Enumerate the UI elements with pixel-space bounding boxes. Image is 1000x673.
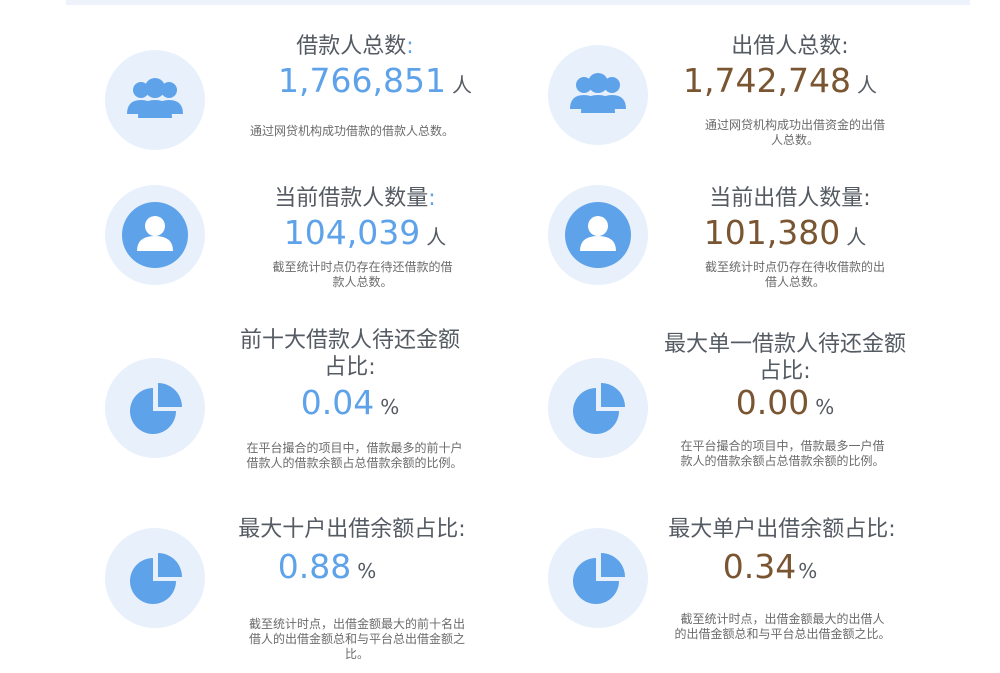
current-borrowers-desc: 截至统计时点仍存在待还借款的借 款人总数。 — [272, 260, 453, 289]
users-icon — [548, 45, 648, 145]
max-single-lender-ratio-desc: 截至统计时点，出借金额最大的出借人 的出借金额总和与平台总出借金额之比。 — [674, 612, 891, 641]
borrowers-total-desc: 通过网贷机构成功借款的借款人总数。 — [249, 124, 454, 138]
max-single-lender-ratio-value: 0.34% — [722, 547, 818, 586]
pie-chart-icon — [548, 358, 648, 458]
max-single-borrower-ratio-value: 0.00% — [735, 383, 835, 422]
current-lenders-title: 当前出借人数量: — [709, 186, 871, 211]
max-single-lender-ratio-title: 最大单户出借余额占比: — [668, 517, 896, 542]
lenders-total-value: 1,742,748 人 — [683, 61, 877, 100]
user-icon — [548, 185, 648, 285]
users-icon — [105, 50, 205, 150]
max-single-borrower-ratio-title: 最大单一借款人待还金额 占比: — [663, 332, 906, 384]
pie-chart-icon — [105, 358, 205, 458]
top10-borrowers-ratio-value: 0.04% — [300, 383, 400, 422]
user-icon — [105, 185, 205, 285]
top10-lenders-ratio-value: 0.88% — [277, 547, 377, 586]
pie-chart-icon — [548, 528, 648, 628]
lenders-total-title: 出借人总数: — [731, 34, 849, 59]
borrowers-total-value: 1,766,851 人 — [278, 61, 472, 100]
pie-chart-icon — [105, 528, 205, 628]
top10-borrowers-ratio-title: 前十大借款人待还金额 占比: — [239, 328, 460, 380]
top10-lenders-ratio-desc: 截至统计时点，出借金额最大的前十名出 借人的出借金额总和与平台总出借金额之 比。 — [248, 617, 465, 661]
current-lenders-desc: 截至统计时点仍存在待收借款的出 借人总数。 — [704, 260, 885, 289]
current-borrowers-value: 104,039 人 — [283, 213, 447, 252]
top10-borrowers-ratio-desc: 在平台撮合的项目中，借款最多的前十户 借款人的借款余额占总借款余额的比例。 — [246, 441, 463, 470]
current-lenders-value: 101,380 人 — [703, 213, 867, 252]
max-single-borrower-ratio-desc: 在平台撮合的项目中，借款最多一户借 款人的借款余额占总借款余额的比例。 — [680, 439, 885, 468]
borrowers-total-title: 借款人总数: — [296, 34, 414, 59]
current-borrowers-title: 当前借款人数量: — [274, 186, 436, 211]
top10-lenders-ratio-title: 最大十户出借余额占比: — [238, 517, 466, 542]
lenders-total-desc: 通过网贷机构成功出借资金的出借 人总数。 — [704, 118, 885, 147]
top-divider — [66, 0, 970, 5]
